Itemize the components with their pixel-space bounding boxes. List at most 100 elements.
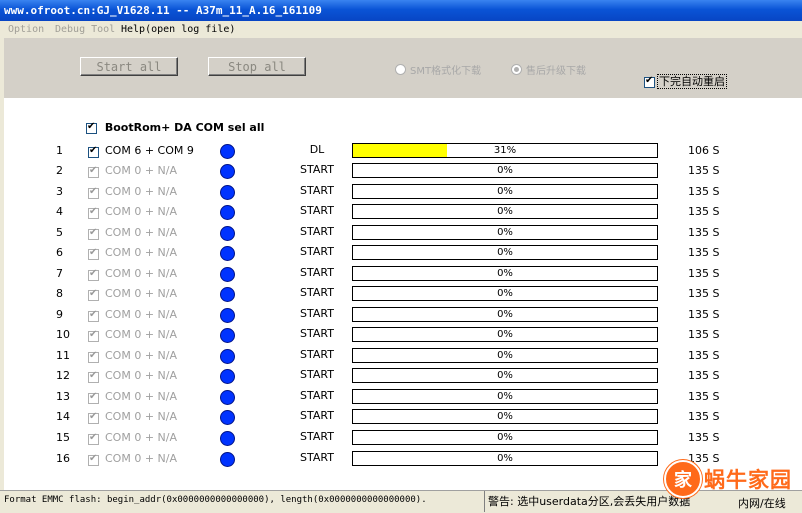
radio-smt-label: SMT格式化下载	[410, 66, 482, 77]
progress-bar: 0%	[352, 163, 658, 178]
status-format-info: Format EMMC flash: begin_addr(0x00000000…	[4, 495, 427, 505]
menu-debug-tool[interactable]: Debug Tool	[55, 21, 115, 38]
status-dot-icon	[220, 246, 235, 261]
checkbox-checked-icon	[88, 309, 99, 322]
progress-percent: 0%	[497, 350, 513, 361]
port-select-checkbox	[88, 247, 99, 260]
row-number: 15	[56, 431, 70, 444]
snail-logo-icon: 家	[664, 460, 702, 498]
row-time: 135 S	[688, 369, 720, 382]
row-time: 135 S	[688, 164, 720, 177]
progress-percent: 0%	[497, 391, 513, 402]
progress-bar: 0%	[352, 307, 658, 322]
window-title: www.ofroot.cn:GJ_V1628.11 -- A37m_11_A.1…	[0, 0, 802, 21]
status-dot-icon	[220, 431, 235, 446]
stop-all-button[interactable]: Stop all	[208, 57, 306, 76]
progress-percent: 0%	[497, 411, 513, 422]
radio-upgrade-label: 售后升级下载	[526, 66, 586, 77]
status-dot-icon	[220, 185, 235, 200]
auto-reboot-checkbox[interactable]: 下完自动重启	[644, 73, 728, 89]
port-select-checkbox	[88, 268, 99, 281]
port-label: COM 0 + N/A	[105, 287, 177, 300]
port-label: COM 6 + COM 9	[105, 144, 194, 157]
progress-bar: 0%	[352, 389, 658, 404]
port-label: COM 0 + N/A	[105, 390, 177, 403]
progress-percent: 0%	[497, 288, 513, 299]
row-time: 135 S	[688, 390, 720, 403]
row-number: 16	[56, 452, 70, 465]
checkbox-checked-icon	[88, 288, 99, 301]
menu-option[interactable]: Option	[8, 21, 44, 38]
port-label: COM 0 + N/A	[105, 328, 177, 341]
menu-help[interactable]: Help(open log file)	[121, 21, 235, 38]
status-dot-icon	[220, 452, 235, 467]
port-row: 4 COM 0 + N/A START 0% 135 S	[0, 202, 802, 222]
radio-circle-selected-icon	[511, 64, 522, 75]
port-select-checkbox[interactable]	[88, 145, 99, 158]
row-number: 8	[56, 287, 63, 300]
row-time: 135 S	[688, 226, 720, 239]
progress-percent: 0%	[497, 453, 513, 464]
status-dot-icon	[220, 349, 235, 364]
checkbox-checked-icon	[88, 268, 99, 281]
row-number: 12	[56, 369, 70, 382]
progress-percent: 0%	[497, 186, 513, 197]
checkbox-checked-icon	[88, 432, 99, 445]
auto-reboot-label: 下完自动重启	[657, 74, 727, 89]
row-status: START	[300, 163, 334, 176]
port-row: 13 COM 0 + N/A START 0% 135 S	[0, 387, 802, 407]
port-select-checkbox	[88, 288, 99, 301]
status-dot-icon	[220, 328, 235, 343]
row-time: 135 S	[688, 267, 720, 280]
port-row: 7 COM 0 + N/A START 0% 135 S	[0, 264, 802, 284]
port-select-checkbox	[88, 432, 99, 445]
row-status: START	[300, 368, 334, 381]
checkbox-checked-icon	[88, 453, 99, 466]
port-row: 15 COM 0 + N/A START 0% 135 S	[0, 428, 802, 448]
start-all-button[interactable]: Start all	[80, 57, 178, 76]
port-label: COM 0 + N/A	[105, 267, 177, 280]
row-time: 135 S	[688, 205, 720, 218]
port-label: COM 0 + N/A	[105, 246, 177, 259]
port-row: 12 COM 0 + N/A START 0% 135 S	[0, 366, 802, 386]
select-all-checkbox[interactable]: BootRom+ DA COM sel all	[86, 121, 264, 134]
status-dot-icon	[220, 205, 235, 220]
progress-percent: 0%	[497, 206, 513, 217]
port-select-checkbox	[88, 329, 99, 342]
port-label: COM 0 + N/A	[105, 452, 177, 465]
port-row: 1 COM 6 + COM 9 DL 31% 106 S	[0, 141, 802, 161]
progress-percent: 0%	[497, 227, 513, 238]
progress-bar: 0%	[352, 245, 658, 260]
row-status: START	[300, 286, 334, 299]
checkbox-checked-icon	[644, 75, 655, 88]
status-dot-icon	[220, 164, 235, 179]
row-status: START	[300, 389, 334, 402]
checkbox-checked-icon	[88, 227, 99, 240]
progress-bar: 0%	[352, 184, 658, 199]
row-time: 135 S	[688, 308, 720, 321]
row-time: 135 S	[688, 431, 720, 444]
radio-upgrade-download[interactable]: 售后升级下载	[511, 62, 586, 77]
checkbox-checked-icon	[88, 206, 99, 219]
port-label: COM 0 + N/A	[105, 431, 177, 444]
progress-percent: 0%	[497, 165, 513, 176]
row-status: START	[300, 204, 334, 217]
status-dot-icon	[220, 144, 235, 159]
progress-percent: 0%	[497, 309, 513, 320]
row-number: 6	[56, 246, 63, 259]
radio-smt-download[interactable]: SMT格式化下载	[395, 62, 481, 77]
progress-bar: 0%	[352, 348, 658, 363]
row-status: START	[300, 348, 334, 361]
row-time: 106 S	[688, 144, 720, 157]
row-number: 7	[56, 267, 63, 280]
port-select-checkbox	[88, 309, 99, 322]
checkbox-checked-icon	[88, 165, 99, 178]
port-select-checkbox	[88, 411, 99, 424]
row-number: 13	[56, 390, 70, 403]
port-label: COM 0 + N/A	[105, 410, 177, 423]
status-dot-icon	[220, 390, 235, 405]
status-dot-icon	[220, 226, 235, 241]
port-label: COM 0 + N/A	[105, 308, 177, 321]
checkbox-checked-icon	[88, 329, 99, 342]
port-label: COM 0 + N/A	[105, 226, 177, 239]
